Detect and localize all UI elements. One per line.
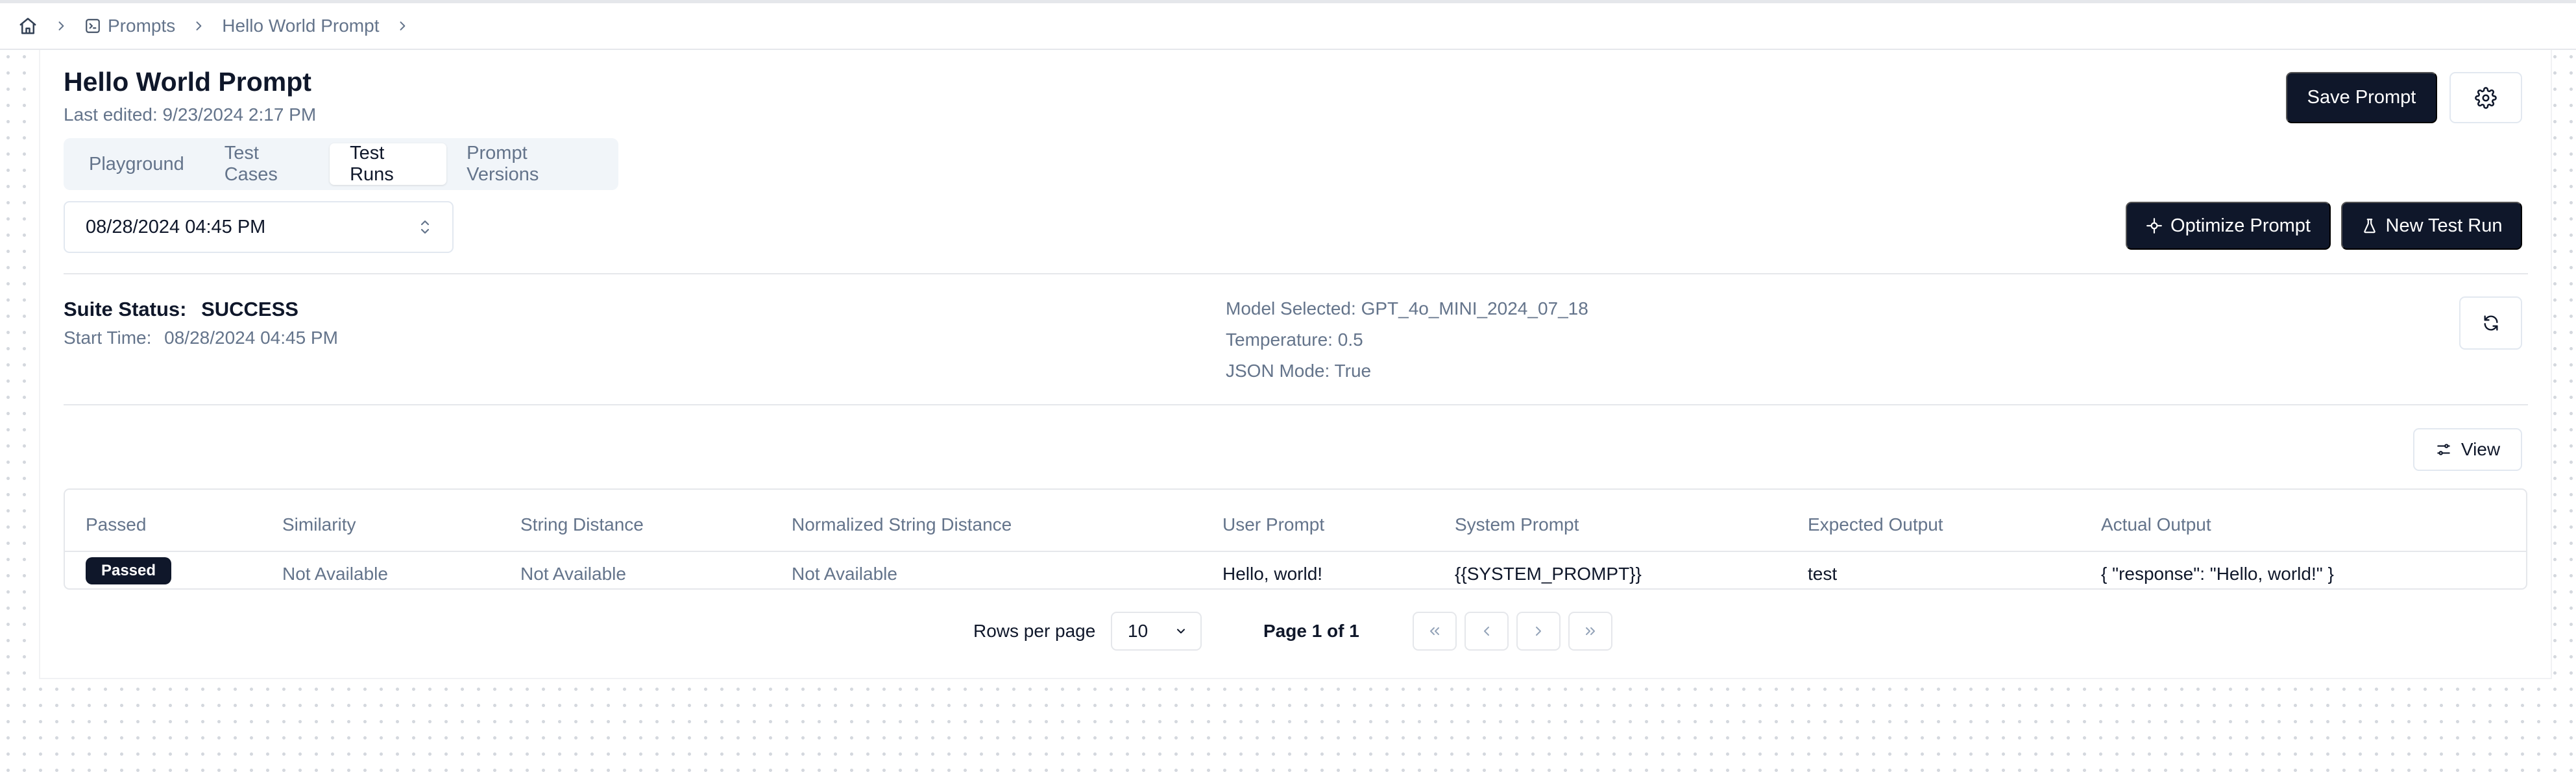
chevron-left-icon (1484, 627, 1489, 636)
chevrons-right-icon (1586, 627, 1595, 635)
optimize-prompt-button[interactable]: Optimize Prompt (2126, 202, 2331, 250)
gear-icon (2475, 86, 2497, 109)
refresh-button[interactable] (2459, 296, 2522, 350)
breadcrumb-item-current[interactable]: Hello World Prompt (222, 16, 379, 36)
rows-per-page-label: Rows per page (973, 621, 1096, 641)
cell-similarity: Not Available (282, 564, 388, 584)
rows-per-page-value: 10 (1128, 621, 1148, 641)
divider (64, 404, 2528, 405)
optimize-prompt-label: Optimize Prompt (2170, 215, 2311, 236)
save-prompt-label: Save Prompt (2307, 87, 2416, 108)
test-run-select[interactable]: 08/28/2024 04:45 PM (64, 201, 454, 253)
view-options-button[interactable]: View (2413, 428, 2522, 471)
suite-status-value: SUCCESS (201, 298, 298, 320)
column-header-system-prompt[interactable]: System Prompt (1455, 514, 1579, 535)
column-header-expected-output[interactable]: Expected Output (1808, 514, 1943, 535)
cell-expected-output: test (1808, 564, 1838, 584)
next-page-button[interactable] (1516, 612, 1561, 651)
cell-normalized-string-distance: Not Available (792, 564, 897, 584)
chevron-right-icon (396, 19, 409, 32)
json-mode-text: JSON Mode: True (1226, 361, 1372, 381)
page-title: Hello World Prompt (64, 67, 311, 97)
new-test-run-label: New Test Run (2385, 215, 2503, 236)
start-time-label: Start Time: (64, 328, 152, 348)
terminal-icon (86, 19, 100, 33)
settings-button[interactable] (2449, 72, 2522, 123)
header-divider (65, 551, 2526, 552)
divider (64, 273, 2528, 274)
first-page-button[interactable] (1413, 612, 1457, 651)
cell-string-distance: Not Available (520, 564, 626, 584)
tab-test-runs[interactable]: Test Runs (330, 143, 447, 185)
last-page-button[interactable] (1568, 612, 1612, 651)
chevron-right-icon (55, 19, 67, 32)
temperature-text: Temperature: 0.5 (1226, 330, 1363, 350)
cell-system-prompt: {{SYSTEM_PROMPT}} (1455, 564, 1642, 584)
sparkle-icon (2146, 218, 2162, 234)
tab-test-cases[interactable]: Test Cases (204, 143, 330, 185)
main-panel: Hello World Prompt Last edited: 9/23/202… (39, 50, 2552, 679)
refresh-icon (2484, 315, 2497, 331)
breadcrumb: Prompts Hello World Prompt (0, 3, 2576, 50)
flask-icon (2363, 219, 2376, 234)
passed-badge: Passed (86, 557, 171, 584)
tab-playground[interactable]: Playground (69, 143, 204, 185)
test-run-select-value: 08/28/2024 04:45 PM (86, 216, 266, 237)
chevron-down-icon (1177, 629, 1185, 634)
home-icon[interactable] (18, 16, 38, 36)
column-header-user-prompt[interactable]: User Prompt (1222, 514, 1324, 535)
start-time: Start Time: 08/28/2024 04:45 PM (64, 328, 338, 348)
view-label: View (2461, 439, 2501, 459)
start-time-value: 08/28/2024 04:45 PM (164, 328, 338, 348)
column-header-passed[interactable]: Passed (86, 514, 146, 535)
column-header-normalized-string-distance[interactable]: Normalized String Distance (792, 514, 1012, 535)
chevron-right-icon (192, 19, 205, 32)
sliders-icon (2437, 444, 2450, 455)
column-header-string-distance[interactable]: String Distance (520, 514, 644, 535)
column-header-actual-output[interactable]: Actual Output (2101, 514, 2211, 535)
suite-status: Suite Status: SUCCESS (64, 298, 298, 321)
suite-status-label: Suite Status: (64, 298, 187, 320)
cell-actual-output: { "response": "Hello, world!" } (2101, 564, 2334, 584)
tab-list: Playground Test Cases Test Runs Prompt V… (64, 138, 618, 190)
results-table: Passed Similarity String Distance Normal… (64, 488, 2527, 590)
column-header-similarity[interactable]: Similarity (282, 514, 356, 535)
save-prompt-button[interactable]: Save Prompt (2286, 72, 2437, 123)
previous-page-button[interactable] (1464, 612, 1509, 651)
chevrons-up-down-icon (420, 220, 430, 234)
chevron-right-icon (1536, 627, 1541, 636)
breadcrumb-label: Prompts (108, 16, 176, 36)
last-edited-text: Last edited: 9/23/2024 2:17 PM (64, 104, 317, 125)
chevrons-left-icon (1430, 627, 1439, 635)
page-info: Page 1 of 1 (1263, 621, 1359, 641)
new-test-run-button[interactable]: New Test Run (2341, 202, 2522, 250)
cell-user-prompt: Hello, world! (1222, 564, 1323, 584)
rows-per-page-select[interactable]: 10 (1111, 612, 1202, 651)
tab-prompt-versions[interactable]: Prompt Versions (446, 143, 613, 185)
breadcrumb-item-prompts[interactable]: Prompts (84, 16, 175, 36)
model-selected-text: Model Selected: GPT_4o_MINI_2024_07_18 (1226, 298, 1588, 318)
